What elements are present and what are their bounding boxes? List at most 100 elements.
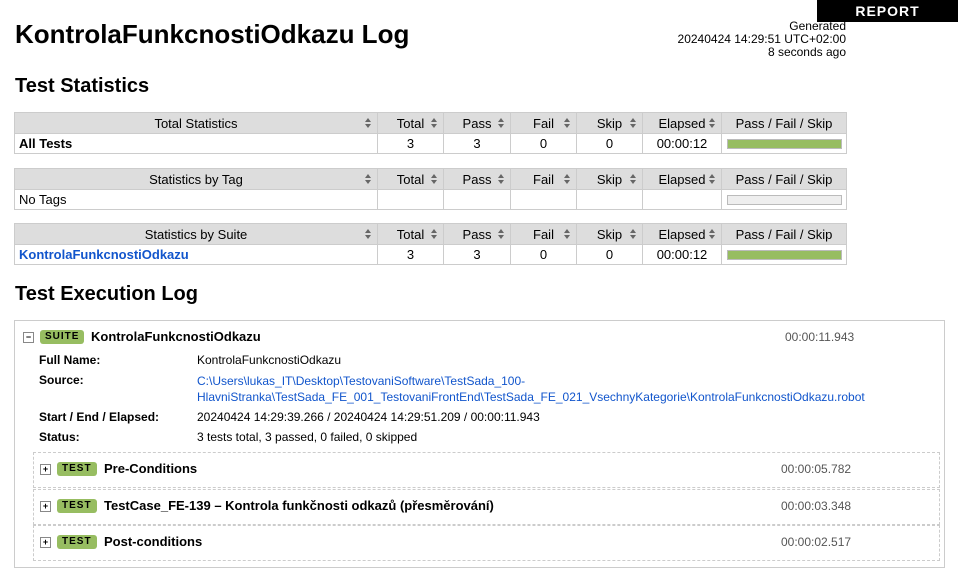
suite-statistics-header[interactable]: Statistics by Suite xyxy=(14,223,378,245)
test-element[interactable]: + TEST TestCase_FE-139 – Kontrola funkčn… xyxy=(33,489,940,525)
suite-name[interactable]: KontrolaFunkcnostiOdkazu xyxy=(91,329,261,344)
col-total-header[interactable]: Total xyxy=(377,223,444,245)
sort-icon xyxy=(365,229,372,239)
pass-fail-skip-bar xyxy=(726,249,842,260)
sort-icon xyxy=(498,174,505,184)
col-skip-header[interactable]: Skip xyxy=(576,168,643,190)
col-pass-header[interactable]: Pass xyxy=(443,168,511,190)
suite-label: SUITE xyxy=(40,330,85,344)
stat-pass: 3 xyxy=(443,133,511,154)
source-label: Source: xyxy=(39,373,84,387)
stat-skip: 0 xyxy=(576,133,643,154)
col-total-header[interactable]: Total xyxy=(377,168,444,190)
col-pass-header[interactable]: Pass xyxy=(443,223,511,245)
sort-icon xyxy=(431,118,438,128)
generated-ago: 8 seconds ago xyxy=(767,45,846,59)
sort-icon xyxy=(709,174,716,184)
total-statistics-header[interactable]: Total Statistics xyxy=(14,112,378,134)
test-name[interactable]: Pre-Conditions xyxy=(104,461,197,476)
suite-statistics-table: Statistics by Suite Total Pass Fail Skip… xyxy=(14,223,847,265)
sort-icon xyxy=(630,174,637,184)
col-total-header[interactable]: Total xyxy=(377,112,444,134)
stat-pass xyxy=(443,189,511,210)
times-label: Start / End / Elapsed: xyxy=(39,410,160,424)
stat-fail: 0 xyxy=(510,133,577,154)
full-name-label: Full Name: xyxy=(39,353,101,367)
pass-bar-fill xyxy=(727,250,841,259)
suite-link[interactable]: KontrolaFunkcnostiOdkazu xyxy=(19,247,189,262)
sort-icon xyxy=(431,174,438,184)
stat-graph-cell xyxy=(721,189,847,210)
test-name[interactable]: Post-conditions xyxy=(104,534,202,549)
col-graph-header[interactable]: Pass / Fail / Skip xyxy=(721,112,847,134)
stat-total: 3 xyxy=(377,244,444,265)
tag-statistics-header[interactable]: Statistics by Tag xyxy=(14,168,378,190)
stat-skip xyxy=(576,189,643,210)
sort-icon xyxy=(498,229,505,239)
stat-pass: 3 xyxy=(443,244,511,265)
sort-icon xyxy=(630,118,637,128)
test-elapsed: 00:00:05.782 xyxy=(781,462,852,476)
sort-icon xyxy=(630,229,637,239)
sort-icon xyxy=(564,118,571,128)
stat-elapsed xyxy=(642,189,722,210)
table-row: No Tags xyxy=(14,189,847,210)
col-graph-header[interactable]: Pass / Fail / Skip xyxy=(721,168,847,190)
full-name-value: KontrolaFunkcnostiOdkazu xyxy=(197,353,342,367)
sort-icon xyxy=(564,174,571,184)
stat-graph-cell xyxy=(721,133,847,154)
test-element[interactable]: + TEST Pre-Conditions 00:00:05.782 xyxy=(33,452,940,488)
col-fail-header[interactable]: Fail xyxy=(510,223,577,245)
col-pass-header[interactable]: Pass xyxy=(443,112,511,134)
stat-fail: 0 xyxy=(510,244,577,265)
tag-statistics-table: Statistics by Tag Total Pass Fail Skip E… xyxy=(14,168,847,210)
col-skip-header[interactable]: Skip xyxy=(576,223,643,245)
test-elapsed: 00:00:02.517 xyxy=(781,535,852,549)
test-name[interactable]: TestCase_FE-139 – Kontrola funkčnosti od… xyxy=(104,498,494,513)
col-elapsed-header[interactable]: Elapsed xyxy=(642,168,722,190)
pass-bar-fill xyxy=(727,139,841,148)
test-label: TEST xyxy=(57,462,97,476)
generated-info: Generated 20240424 14:29:51 UTC+02:00 8 … xyxy=(678,20,846,59)
source-link[interactable]: C:\Users\lukas_IT\Desktop\TestovaniSoftw… xyxy=(197,374,865,404)
test-element[interactable]: + TEST Post-conditions 00:00:02.517 xyxy=(33,525,940,561)
execution-log-heading: Test Execution Log xyxy=(15,283,198,305)
stat-graph-cell xyxy=(721,244,847,265)
test-elapsed: 00:00:03.348 xyxy=(781,499,852,513)
page-title: KontrolaFunkcnostiOdkazu Log xyxy=(15,19,410,49)
stat-elapsed: 00:00:12 xyxy=(642,133,722,154)
collapse-icon[interactable]: − xyxy=(23,332,34,343)
stat-name: All Tests xyxy=(14,133,378,154)
stat-fail xyxy=(510,189,577,210)
table-row: All Tests 3 3 0 0 00:00:12 xyxy=(14,133,847,154)
expand-icon[interactable]: + xyxy=(40,464,51,475)
col-elapsed-header[interactable]: Elapsed xyxy=(642,223,722,245)
sort-icon xyxy=(498,118,505,128)
sort-icon xyxy=(709,229,716,239)
total-statistics-table: Total Statistics Total Pass Fail Skip El… xyxy=(14,112,847,154)
sort-icon xyxy=(564,229,571,239)
stat-skip: 0 xyxy=(576,244,643,265)
sort-icon xyxy=(365,174,372,184)
stat-name-cell: KontrolaFunkcnostiOdkazu xyxy=(14,244,378,265)
col-fail-header[interactable]: Fail xyxy=(510,168,577,190)
suite-element: − SUITE KontrolaFunkcnostiOdkazu 00:00:1… xyxy=(14,320,945,568)
suite-elapsed: 00:00:11.943 xyxy=(785,330,855,344)
pass-fail-skip-bar xyxy=(726,138,842,149)
sort-icon xyxy=(709,118,716,128)
source-value: C:\Users\lukas_IT\Desktop\TestovaniSoftw… xyxy=(197,373,865,405)
col-graph-header[interactable]: Pass / Fail / Skip xyxy=(721,223,847,245)
expand-icon[interactable]: + xyxy=(40,537,51,548)
stat-elapsed: 00:00:12 xyxy=(642,244,722,265)
col-fail-header[interactable]: Fail xyxy=(510,112,577,134)
col-skip-header[interactable]: Skip xyxy=(576,112,643,134)
sort-icon xyxy=(365,118,372,128)
stat-name: No Tags xyxy=(14,189,378,210)
test-label: TEST xyxy=(57,535,97,549)
status-label: Status: xyxy=(39,430,80,444)
pass-fail-skip-bar xyxy=(726,194,842,205)
test-label: TEST xyxy=(57,499,97,513)
stat-total: 3 xyxy=(377,133,444,154)
col-elapsed-header[interactable]: Elapsed xyxy=(642,112,722,134)
expand-icon[interactable]: + xyxy=(40,501,51,512)
